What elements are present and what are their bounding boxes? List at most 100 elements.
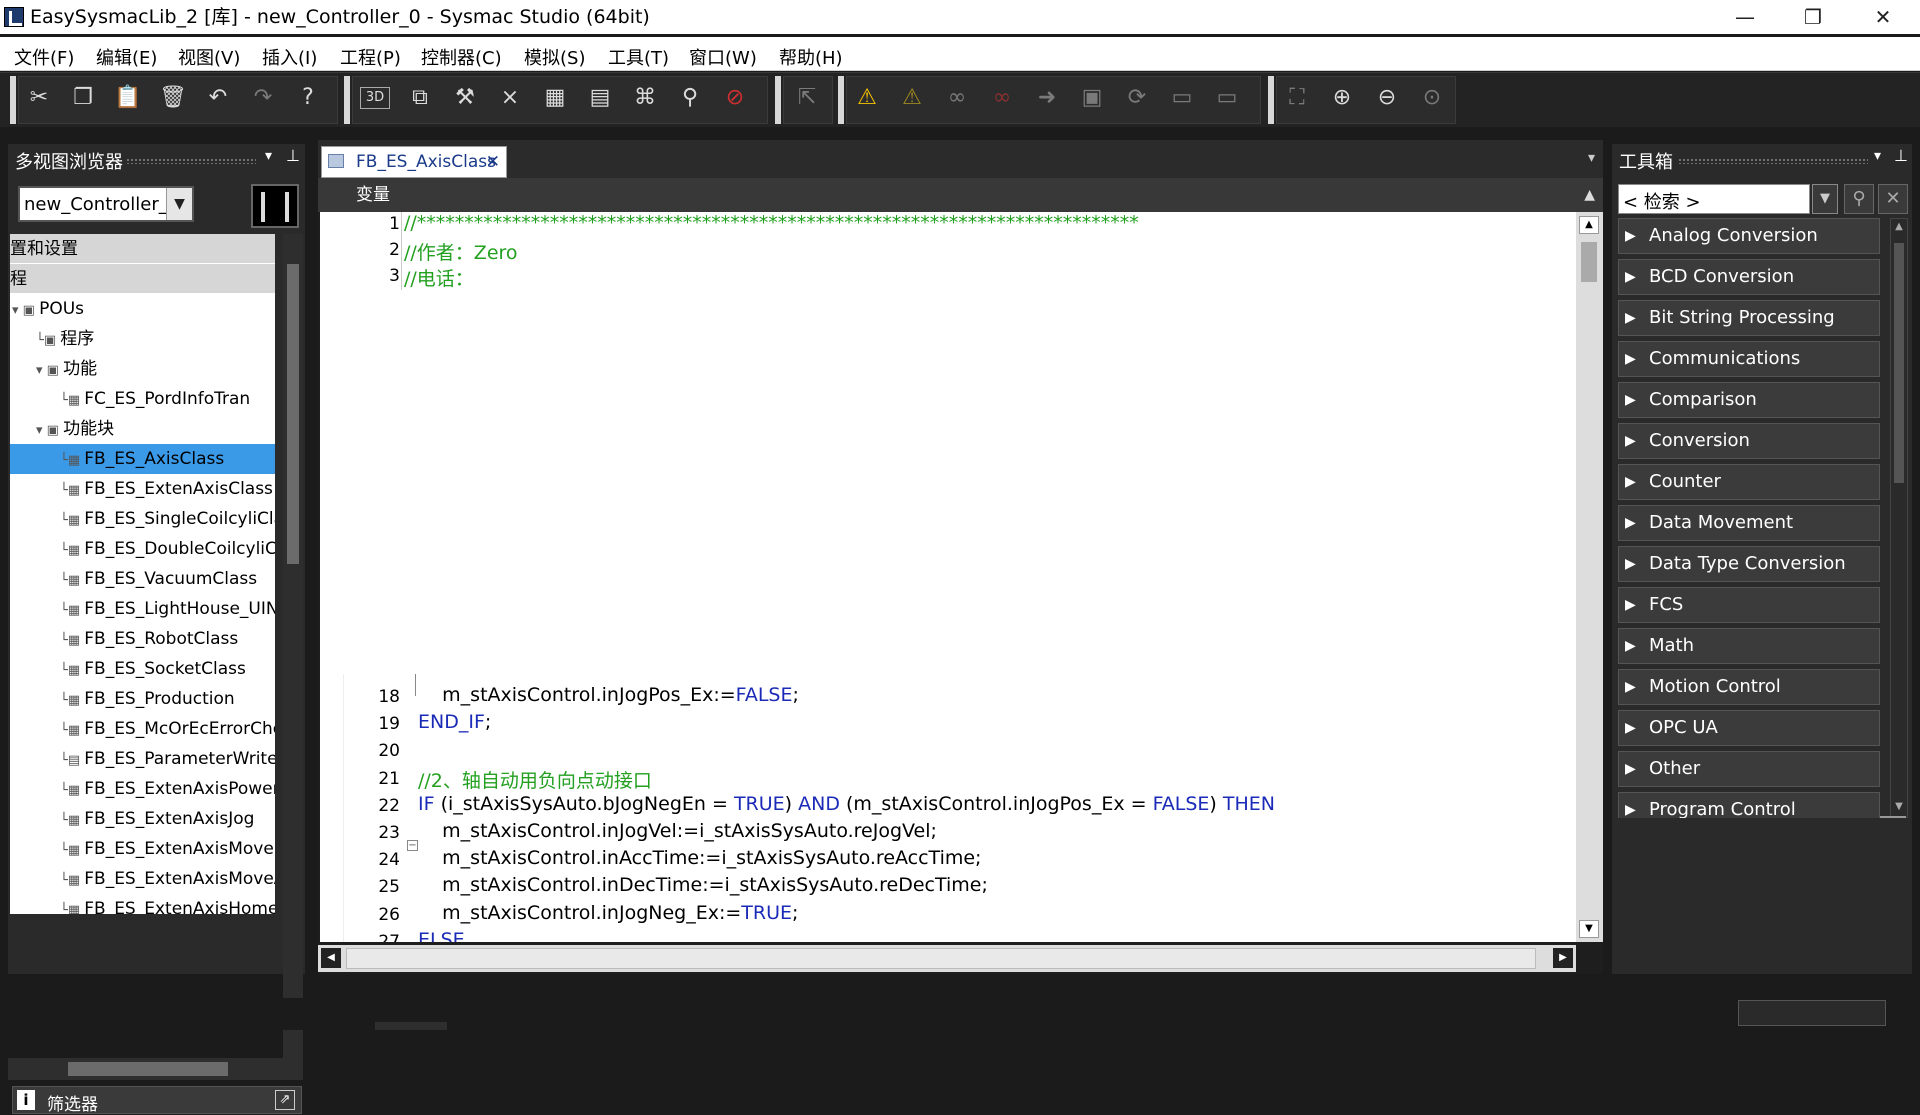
toolbox-category[interactable]: ▶ Motion Control <box>1618 669 1880 705</box>
editor-horizontal-scrollbar[interactable]: ◀ ▶ <box>318 945 1576 972</box>
tree-item[interactable]: └▦ FB_ES_ExtenAxisJog <box>10 804 275 834</box>
online-icon[interactable]: ⇱ <box>792 83 822 113</box>
delete-icon[interactable]: 🗑 <box>158 83 188 113</box>
menu-simulation[interactable]: 模拟(S) <box>524 44 585 70</box>
copy-icon[interactable]: ❐ <box>68 83 98 113</box>
chevron-down-icon[interactable]: ▼ <box>166 188 192 220</box>
scroll-thumb[interactable] <box>287 264 299 564</box>
code-line[interactable]: m_stAxisControl.inJogNeg_Ex:=TRUE; <box>418 902 798 924</box>
expand-icon[interactable]: ⇗ <box>275 1090 295 1110</box>
warning-icon[interactable]: ⚠ <box>852 83 882 113</box>
panel-menu-icon[interactable]: ▾ <box>265 148 272 164</box>
toolbar-grip[interactable] <box>775 76 781 124</box>
glasses-icon[interactable]: ∞ <box>942 83 972 113</box>
tree-item[interactable]: └▦ FB_ES_ExtenAxisMoveRe <box>10 834 275 864</box>
toolbar-grip[interactable] <box>10 76 16 124</box>
toolbox-scrollbar[interactable]: ▲ ▼ <box>1890 218 1908 818</box>
editor-vertical-scrollbar[interactable]: ▲ ▼ <box>1576 212 1603 942</box>
toolbar-grip[interactable] <box>1268 76 1274 124</box>
scroll-thumb[interactable] <box>1894 243 1904 483</box>
scroll-thumb[interactable] <box>68 1062 228 1076</box>
toolbox-category[interactable]: ▶ Math <box>1618 628 1880 664</box>
scroll-right-icon[interactable]: ▶ <box>1553 948 1573 968</box>
error-icon[interactable]: ⊘ <box>720 83 750 113</box>
minimize-button[interactable]: — <box>1715 0 1775 34</box>
3d-icon[interactable]: 3D <box>360 87 390 109</box>
window-icon[interactable]: ⧉ <box>405 83 435 113</box>
toolbox-category[interactable]: ▶ Conversion <box>1618 423 1880 459</box>
scroll-up-icon[interactable]: ▲ <box>1893 221 1905 235</box>
code-line[interactable]: m_stAxisControl.inJogVel:=i_stAxisSysAut… <box>418 820 937 842</box>
build-icon[interactable]: ⚒ <box>450 83 480 113</box>
toolbox-category[interactable]: ▶ OPC UA <box>1618 710 1880 746</box>
variables-bar[interactable]: 变量 ▲ <box>318 178 1603 212</box>
clear-search-icon[interactable]: ✕ <box>1878 184 1908 214</box>
cut-icon[interactable]: ✂ <box>24 83 54 113</box>
tree-item[interactable]: ▾ ▣ 功能 <box>10 354 275 384</box>
toolbox-category[interactable]: ▶ Comparison <box>1618 382 1880 418</box>
code-line[interactable]: END_IF; <box>418 711 491 733</box>
tree-item[interactable]: └▣ 程序 <box>10 324 275 354</box>
code-line[interactable]: //2、轴自动用负向点动接口 <box>418 766 652 793</box>
paste-icon[interactable]: 📋 <box>113 83 143 113</box>
tree-item[interactable]: └▦ FB_ES_DoubleCoilcyliCla <box>10 534 275 564</box>
tree-item[interactable]: └▦ FC_ES_PordInfoTran <box>10 384 275 414</box>
tab-list-icon[interactable]: ▾ <box>1588 150 1595 166</box>
tree-item[interactable]: └▦ FB_ES_SingleCoilcyliClas <box>10 504 275 534</box>
code-line[interactable]: m_stAxisControl.inAccTime:=i_stAxisSysAu… <box>418 847 981 869</box>
tree-horizontal-scrollbar[interactable] <box>8 1058 303 1080</box>
scroll-thumb[interactable] <box>346 948 1536 969</box>
undo-icon[interactable]: ↶ <box>203 83 233 113</box>
zoom-reset-icon[interactable]: ⊙ <box>1417 83 1447 113</box>
scroll-down-icon[interactable]: ▼ <box>1893 801 1905 815</box>
code-line[interactable]: //作者：Zero <box>404 238 518 265</box>
table2-icon[interactable]: ▤ <box>585 83 615 113</box>
tree-item[interactable]: └▦ FB_ES_ExtenAxisClass <box>10 474 275 504</box>
toolbox-category[interactable]: ▶ FCS <box>1618 587 1880 623</box>
pin-icon[interactable]: ⊥ <box>1894 146 1908 165</box>
tree-item[interactable]: └▦ FB_ES_ExtenAxisMoveAl <box>10 864 275 894</box>
tree-item[interactable]: └▦ FB_ES_VacuumClass <box>10 564 275 594</box>
toolbar-grip[interactable] <box>344 76 350 124</box>
panel-menu-icon[interactable]: ▾ <box>1874 148 1881 164</box>
transfer-icon[interactable]: ➜ <box>1032 83 1062 113</box>
redo-icon[interactable]: ↷ <box>248 83 278 113</box>
scroll-thumb[interactable] <box>1581 242 1597 282</box>
tree-item[interactable]: └▦ FB_ES_RobotClass <box>10 624 275 654</box>
search-icon[interactable]: ⚲ <box>1844 184 1874 214</box>
help-icon[interactable]: ? <box>293 83 323 113</box>
binoculars-icon[interactable]: ⚲ <box>675 83 705 113</box>
toolbar-grip[interactable] <box>838 76 844 124</box>
menu-help[interactable]: 帮助(H) <box>779 44 843 70</box>
tree-item[interactable]: └▦ FB_ES_Production <box>10 684 275 714</box>
collapse-icon[interactable]: ▲ <box>1584 178 1595 212</box>
restore-button[interactable]: ❐ <box>1783 0 1843 34</box>
filter-bar[interactable]: i 筛选器 ⇗ <box>12 1086 302 1115</box>
zoom-out-icon[interactable]: ⊖ <box>1372 83 1402 113</box>
monitor2-icon[interactable]: ▭ <box>1212 83 1242 113</box>
tree-item[interactable]: └▦ FB_ES_ExtenAxisPower <box>10 774 275 804</box>
pin-icon[interactable]: ⊥ <box>286 146 300 165</box>
toolbox-category[interactable]: ▶ Bit String Processing <box>1618 300 1880 336</box>
cross-ref-icon[interactable]: ⨯ <box>495 83 525 113</box>
code-line[interactable]: m_stAxisControl.inDecTime:=i_stAxisSysAu… <box>418 874 988 896</box>
controller-select[interactable]: new_Controller_0 ▼ <box>18 186 194 222</box>
code-line[interactable]: IF (i_stAxisSysAuto.bJogNegEn = TRUE) AN… <box>418 793 1275 815</box>
tree-item[interactable]: ▾ ▣ POUs <box>10 294 275 324</box>
section-config-settings[interactable]: 置和设置 <box>10 234 275 264</box>
refresh-icon[interactable]: ⟳ <box>1122 83 1152 113</box>
tree-item[interactable]: └▦ FB_ES_LightHouse_UINT <box>10 594 275 624</box>
tree-item[interactable]: └▦ FB_ES_SocketClass <box>10 654 275 684</box>
tree-item[interactable]: └▦ FB_ES_ExtenAxisHome <box>10 894 275 914</box>
toolbox-category[interactable]: ▶ Communications <box>1618 341 1880 377</box>
toolbox-category[interactable]: ▶ BCD Conversion <box>1618 259 1880 295</box>
code-line[interactable]: m_stAxisControl.inJogPos_Ex:=FALSE; <box>418 684 799 706</box>
toolbox-category[interactable]: ▶ Analog Conversion <box>1618 218 1880 254</box>
scroll-up-icon[interactable]: ▲ <box>1579 216 1599 234</box>
toolbox-category[interactable]: ▶ Data Movement <box>1618 505 1880 541</box>
scroll-left-icon[interactable]: ◀ <box>321 948 341 968</box>
code-line[interactable]: //电话： <box>404 264 474 291</box>
tree-item[interactable]: └▦ FB_ES_AxisClass <box>10 444 275 474</box>
close-button[interactable]: ✕ <box>1853 0 1913 34</box>
tree-item[interactable]: └▤ FB_ES_ParameterWrite <box>10 744 275 774</box>
